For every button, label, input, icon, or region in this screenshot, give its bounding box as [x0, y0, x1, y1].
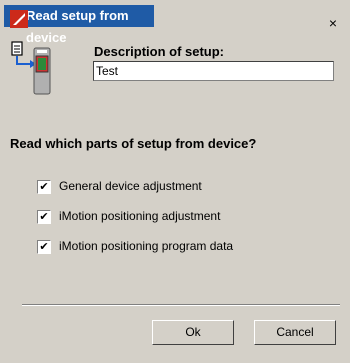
app-icon	[10, 10, 28, 28]
device-icon	[11, 41, 51, 95]
ok-button[interactable]: Ok	[152, 320, 234, 345]
checkbox-imotion-positioning-adjustment[interactable]: ✔	[37, 210, 51, 224]
option-label: iMotion positioning adjustment	[59, 209, 221, 223]
close-button[interactable]: ×	[324, 15, 342, 31]
parts-heading: Read which parts of setup from device?	[10, 136, 257, 151]
checkbox-imotion-positioning-program-data[interactable]: ✔	[37, 240, 51, 254]
separator	[22, 304, 340, 306]
option-label: General device adjustment	[59, 179, 202, 193]
description-input[interactable]	[93, 61, 334, 81]
option-label: iMotion positioning program data	[59, 239, 234, 253]
description-label: Description of setup:	[94, 44, 225, 59]
read-setup-dialog: Read setup from device × Description of …	[0, 0, 350, 363]
checkbox-general-device-adjustment[interactable]: ✔	[37, 180, 51, 194]
title-bar[interactable]: Read setup from device ×	[4, 4, 346, 45]
cancel-button[interactable]: Cancel	[254, 320, 336, 345]
